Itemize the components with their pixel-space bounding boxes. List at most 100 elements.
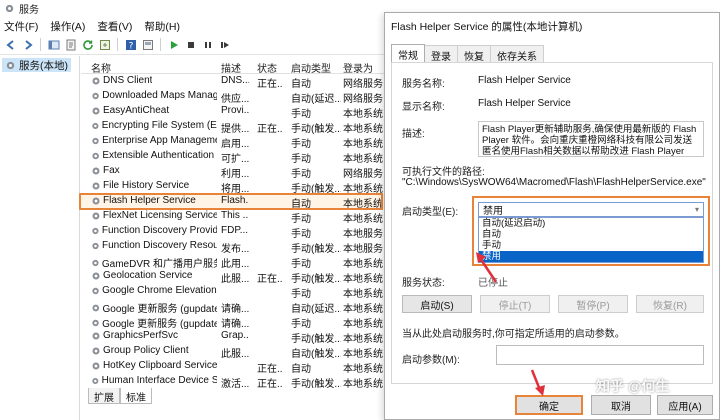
service-startup-type: 手动 (291, 259, 311, 270)
apply-button[interactable]: 应用(A) (657, 395, 713, 415)
tab-general[interactable]: 常规 (391, 44, 425, 63)
service-name: Function Discovery Provide... (101, 225, 217, 236)
tab-dependencies[interactable]: 依存关系 (490, 45, 544, 63)
service-name: GameDVR 和广播用户服务... (101, 259, 217, 270)
column-header-logon-as[interactable]: 登录为 (343, 60, 373, 75)
option-auto[interactable]: 自动 (479, 229, 703, 240)
stop-button[interactable]: 停止(T) (480, 295, 550, 313)
column-header-description[interactable]: 描述 (221, 60, 241, 75)
option-disabled[interactable]: 禁用 (479, 251, 703, 262)
tab-extended[interactable]: 扩展 (88, 388, 120, 404)
table-row[interactable]: Downloaded Maps Manager 供应... 自动(延迟... 网络服务 (81, 89, 384, 105)
service-gear-icon (92, 197, 100, 204)
toolbar: ? (0, 35, 384, 55)
column-header-startup-type[interactable]: 启动类型 (291, 60, 331, 75)
table-row[interactable]: Function Discovery Provide... FDP... 手动 本地服… (81, 224, 384, 240)
toolbar-separator (160, 38, 161, 51)
service-description: Flash... (221, 195, 249, 206)
watermark: 知乎 @何生 (596, 378, 670, 394)
pause-button[interactable]: 暂停(P) (558, 295, 628, 313)
annotation-arrow-icon (476, 252, 498, 283)
service-description: 利用... (221, 169, 249, 180)
table-row[interactable]: Google 更新服务 (gupdate) 请确... 自动(延迟... 本地系统 (81, 299, 384, 315)
stop-service-icon[interactable] (184, 38, 197, 51)
table-row[interactable]: Fax 利用... 手动 网络服务 (81, 164, 384, 180)
menu-action[interactable]: 操作(A) (50, 19, 85, 34)
menu-help[interactable]: 帮助(H) (144, 19, 180, 34)
tree-item-services-local[interactable]: 服务(本地) (2, 58, 71, 72)
tab-standard[interactable]: 标准 (120, 388, 152, 404)
chevron-down-icon[interactable]: ▾ (695, 205, 699, 214)
column-header-name[interactable]: 名称 (91, 60, 111, 75)
resume-button[interactable]: 恢复(R) (636, 295, 704, 313)
service-name: Google 更新服务 (gupdate) (102, 304, 218, 315)
menu-file[interactable]: 文件(F) (4, 19, 38, 34)
service-startup-type: 手动 (291, 289, 311, 300)
restart-service-icon[interactable] (218, 38, 231, 51)
service-name: Extensible Authentication ... (102, 150, 217, 161)
service-logon-as: 本地系统 (343, 364, 383, 375)
service-description: FDP... (221, 225, 249, 236)
startup-params-input[interactable] (496, 345, 704, 365)
table-row[interactable]: GraphicsPerfSvc Grap... 手动(触发... 本地系统 (81, 329, 384, 345)
option-auto-delayed[interactable]: 自动(延迟启动) (479, 218, 703, 229)
row-name-cell: EasyAntiCheat (91, 105, 217, 116)
startup-type-select[interactable]: 禁用 ▾ (478, 202, 704, 217)
table-row[interactable]: Geolocation Service 此服... 正在... 手动(触发... 本地系… (81, 269, 384, 285)
service-name: FlexNet Licensing Service (102, 210, 217, 221)
description-box[interactable]: Flash Player更新辅助服务,确保使用最新版的 Flash Player… (478, 121, 704, 157)
tab-recovery[interactable]: 恢复 (457, 45, 491, 63)
service-startup-type: 自动(延迟... (291, 94, 341, 105)
service-logon-as: 本地系统 (343, 304, 383, 315)
menu-view[interactable]: 查看(V) (97, 19, 132, 34)
table-row[interactable]: File History Service 将用... 手动(触发... 本地系统 (81, 179, 384, 195)
service-gear-icon (92, 137, 99, 144)
refresh-icon[interactable] (81, 38, 94, 51)
services-window: 服务 文件(F) 操作(A) 查看(V) 帮助(H) ? 服务(本地) 名称 描… (0, 0, 384, 420)
service-logon-as: 本地系统 (343, 274, 383, 285)
view-tabs: 扩展 标准 (88, 388, 152, 404)
row-name-cell: Google 更新服务 (gupdate) (91, 300, 217, 315)
table-row[interactable]: EasyAntiCheat Provi... 手动 本地系统 (81, 104, 384, 120)
show-hide-icon[interactable] (141, 38, 154, 51)
service-gear-icon (92, 92, 99, 99)
option-manual[interactable]: 手动 (479, 240, 703, 251)
service-startup-type: 手动(触发... (291, 184, 341, 195)
table-row[interactable]: Enterprise App Manageme... 启用... 手动 本地系统 (81, 134, 384, 150)
table-row[interactable]: FlexNet Licensing Service This ... 手动 本地系统 (81, 209, 384, 225)
table-row[interactable]: HotKey Clipboard Service 正在... 自动 本地系统 (81, 359, 384, 375)
column-header-status[interactable]: 状态 (257, 60, 277, 75)
table-row[interactable]: DNS Client DNS... 正在... 自动 网络服务 (81, 74, 384, 90)
service-gear-icon (92, 182, 100, 189)
tab-logon[interactable]: 登录 (424, 45, 458, 63)
table-row[interactable]: Human Interface Device Ser... 激活... 正在... 手… (81, 374, 384, 388)
cancel-button[interactable]: 取消 (591, 395, 651, 415)
service-startup-type: 自动(延迟... (291, 304, 341, 315)
ok-button[interactable]: 确定 (515, 395, 583, 415)
table-row[interactable]: Function Discovery Resour... 发布... 手动(触发..… (81, 239, 384, 255)
table-row[interactable]: Flash Helper Service Flash... 自动 本地系统 (81, 194, 384, 210)
help-icon[interactable]: ? (124, 38, 137, 51)
service-gear-icon (92, 212, 100, 219)
start-button[interactable]: 启动(S) (402, 295, 472, 313)
service-name: Enterprise App Manageme... (102, 135, 217, 146)
properties-sheet-icon[interactable] (64, 38, 77, 51)
back-arrow-icon[interactable] (4, 38, 17, 51)
service-logon-as: 网络服务 (343, 94, 383, 105)
console-tree-icon[interactable] (47, 38, 60, 51)
table-row[interactable]: Extensible Authentication ... 可扩... 手动 本地系统 (81, 149, 384, 165)
service-logon-as: 网络服务 (343, 169, 383, 180)
pause-service-icon[interactable] (201, 38, 214, 51)
table-row[interactable]: Group Policy Client 此服... 自动(触发... 本地系统 (81, 344, 384, 360)
service-status: 正在... (257, 79, 283, 90)
annotation-arrow-icon (530, 369, 545, 396)
table-row[interactable]: Google Chrome Elevation ... 手动 本地系统 (81, 284, 384, 300)
forward-arrow-icon[interactable] (21, 38, 34, 51)
service-status: 正在... (257, 274, 283, 285)
table-row[interactable]: Google 更新服务 (gupdate... 请确... 手动 本地系统 (81, 314, 384, 330)
service-logon-as: 本地系统 (343, 379, 383, 388)
start-service-icon[interactable] (167, 38, 180, 51)
export-list-icon[interactable] (98, 38, 111, 51)
table-row[interactable]: Encrypting File System (EFS) 提供... 正在... 手动… (81, 119, 384, 135)
table-row[interactable]: GameDVR 和广播用户服务... 此用... 手动 本地系统 (81, 254, 384, 270)
